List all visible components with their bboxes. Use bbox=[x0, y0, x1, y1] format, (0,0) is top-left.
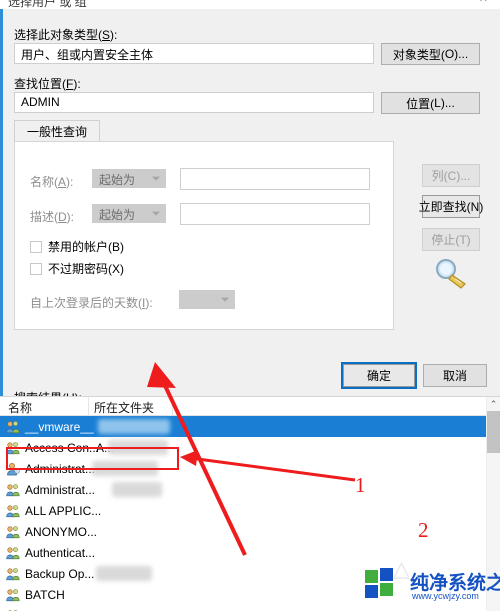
table-row[interactable]: ALL APPLIC... bbox=[0, 500, 486, 521]
redacted-folder-value bbox=[98, 419, 170, 434]
checkbox-box bbox=[30, 262, 42, 275]
column-divider[interactable] bbox=[172, 397, 173, 415]
logo-square-blue bbox=[365, 585, 378, 598]
watermark-url: www.ycwjzy.com bbox=[412, 591, 479, 601]
name-label: 名称(A): bbox=[30, 175, 74, 189]
tab-general-query[interactable]: 一般性查询 bbox=[14, 120, 101, 142]
description-condition-value: 起始为 bbox=[99, 208, 136, 222]
name-condition-select[interactable]: 起始为 bbox=[92, 169, 166, 188]
tabstrip: 一般性查询 bbox=[14, 120, 480, 142]
row-name: ALL APPLIC... bbox=[25, 503, 102, 518]
group-icon bbox=[6, 504, 20, 518]
object-type-input[interactable]: 用户、组或内置安全主体 bbox=[14, 43, 374, 64]
redacted-folder-value bbox=[112, 482, 162, 497]
location-label: 查找位置(F): bbox=[14, 77, 81, 91]
group-icon bbox=[6, 546, 20, 560]
results-header-row: 名称 所在文件夹 bbox=[0, 397, 486, 416]
group-icon bbox=[6, 588, 20, 602]
location-input[interactable]: ADMIN bbox=[14, 92, 374, 113]
annotation-number-1: 1 bbox=[355, 473, 366, 497]
column-header-name[interactable]: 名称 bbox=[8, 399, 32, 416]
logo-square-green bbox=[380, 583, 393, 596]
non-expiring-password-checkbox[interactable]: 不过期密码(X) bbox=[30, 260, 124, 277]
locations-button[interactable]: 位置(L)... bbox=[381, 92, 480, 114]
name-input[interactable] bbox=[180, 168, 370, 190]
stop-button[interactable]: 停止(T) bbox=[422, 228, 480, 251]
redacted-folder-value bbox=[96, 566, 152, 581]
logo-square-blue bbox=[380, 568, 393, 581]
table-row[interactable]: __vmware__ bbox=[0, 416, 486, 437]
object-type-label: 选择此对象类型(S): bbox=[14, 28, 118, 42]
close-icon[interactable]: ✕ bbox=[479, 0, 488, 5]
days-since-login-select[interactable] bbox=[179, 290, 235, 309]
window-titlebar: 选择用户 或 组 ✕ bbox=[0, 0, 500, 9]
group-icon bbox=[6, 420, 20, 434]
ok-button[interactable]: 确定 bbox=[341, 362, 417, 389]
description-input[interactable] bbox=[180, 203, 370, 225]
description-condition-select[interactable]: 起始为 bbox=[92, 204, 166, 223]
dialog-top-section: 选择此对象类型(S): 用户、组或内置安全主体 对象类型(O)... 查找位置(… bbox=[3, 9, 500, 389]
cancel-button[interactable]: 取消 bbox=[423, 364, 487, 387]
annotation-number-2: 2 bbox=[418, 518, 429, 542]
chevron-down-icon bbox=[221, 297, 229, 302]
table-row[interactable]: Authenticat... bbox=[0, 542, 486, 563]
group-icon bbox=[6, 525, 20, 539]
non-expiring-password-label: 不过期密码(X) bbox=[48, 262, 125, 276]
disabled-accounts-checkbox[interactable]: 禁用的帐户(B) bbox=[30, 238, 124, 255]
columns-button[interactable]: 列(C)... bbox=[422, 164, 480, 187]
table-row[interactable]: Administrat... bbox=[0, 479, 486, 500]
annotation-highlight-box bbox=[6, 447, 179, 470]
days-since-login-label: 自上次登录后的天数(I): bbox=[30, 296, 153, 310]
logo-square-green bbox=[365, 570, 378, 583]
disabled-accounts-label: 禁用的帐户(B) bbox=[48, 240, 125, 254]
row-name: Administrat... bbox=[25, 482, 96, 497]
row-name: ANONYMO... bbox=[25, 524, 98, 539]
column-divider[interactable] bbox=[88, 397, 89, 415]
checkbox-box bbox=[30, 240, 42, 253]
chevron-down-icon bbox=[152, 211, 160, 216]
row-name: __vmware__ bbox=[25, 419, 94, 434]
group-icon bbox=[6, 483, 20, 497]
chevron-down-icon bbox=[152, 176, 160, 181]
row-name: Authenticat... bbox=[25, 545, 96, 560]
watermark: 纯净系统之家 www.ycwjzy.com bbox=[363, 566, 500, 608]
scrollbar-thumb[interactable] bbox=[487, 411, 500, 453]
name-condition-value: 起始为 bbox=[99, 173, 136, 187]
column-header-folder[interactable]: 所在文件夹 bbox=[94, 399, 154, 416]
table-row[interactable]: ANONYMO... bbox=[0, 521, 486, 542]
magnifier-icon bbox=[431, 257, 471, 289]
description-label: 描述(D): bbox=[30, 210, 75, 224]
scroll-up-icon[interactable]: ⌃ bbox=[487, 397, 500, 411]
find-now-button[interactable]: 立即查找(N) bbox=[419, 195, 483, 218]
row-name: Backup Op... bbox=[25, 566, 95, 581]
object-types-button[interactable]: 对象类型(O)... bbox=[381, 43, 480, 65]
row-name: BATCH bbox=[25, 587, 65, 602]
window-title: 选择用户 或 组 bbox=[8, 0, 87, 9]
group-icon bbox=[6, 567, 20, 581]
screenshot-root: 选择用户 或 组 ✕ 选择此对象类型(S): 用户、组或内置安全主体 对象类型(… bbox=[0, 0, 500, 611]
